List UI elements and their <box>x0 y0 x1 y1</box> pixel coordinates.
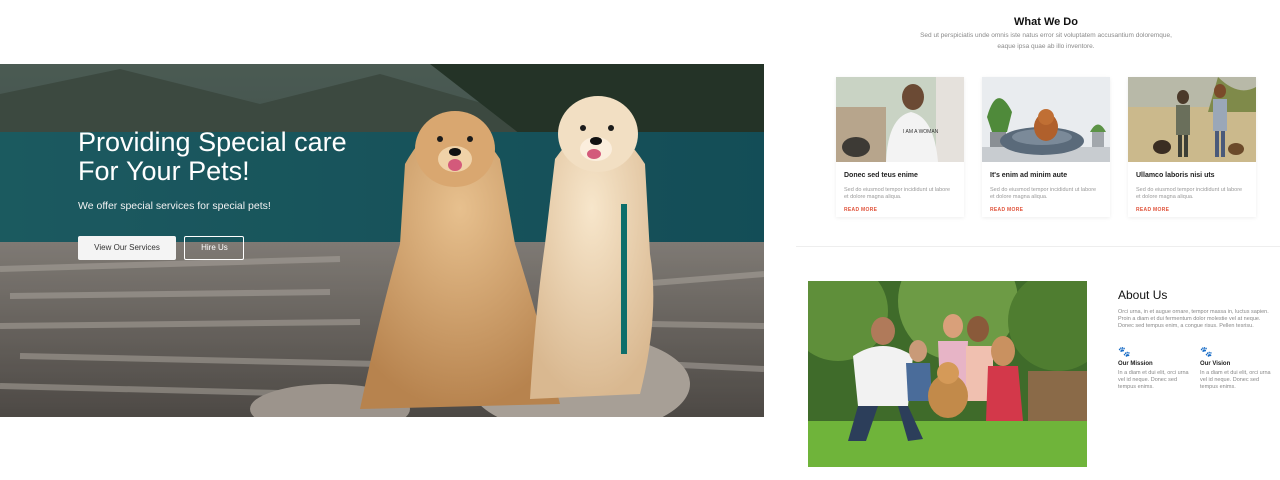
what-we-do-title: What We Do <box>1014 16 1078 28</box>
view-services-button[interactable]: View Our Services <box>78 236 176 260</box>
service-card: I AM A WOMAN Donec sed teus enime Sed do… <box>836 77 964 217</box>
hero-buttons: View Our Services Hire Us <box>78 236 245 260</box>
about-text: Orci urna, in et augue ornare, tempor ma… <box>1118 309 1269 329</box>
paw-icon: 🐾 <box>1118 347 1131 358</box>
hire-us-button[interactable]: Hire Us <box>184 236 245 260</box>
women-walking-dogs-photo <box>1128 77 1256 162</box>
card-text: Sed do eiusmod tempor incididunt ut labo… <box>990 187 1097 200</box>
card-text: Sed do eiusmod tempor incididunt ut labo… <box>1136 187 1243 200</box>
hero-text-block: Providing Special care For Your Pets! We… <box>78 128 408 213</box>
family-with-dog-photo <box>808 281 1087 467</box>
dog-in-pet-bed-photo <box>982 77 1110 162</box>
svg-text:I AM A WOMAN: I AM A WOMAN <box>903 129 939 135</box>
hero-title-line2-prefix: For <box>78 156 127 186</box>
vision-block: 🐾 Our Vision In a diam et dui elit, orci… <box>1200 348 1272 391</box>
hero-title: Providing Special care For Your Pets! <box>78 128 408 186</box>
vision-text: In a diam et dui elit, orci urna vel id … <box>1200 370 1271 390</box>
hero-title-line1: Providing Special care <box>78 127 347 157</box>
service-card: It's enim ad minim aute Sed do eiusmod t… <box>982 77 1110 217</box>
what-we-do-subtitle: Sed ut perspiciatis unde omnis iste natu… <box>920 32 1172 50</box>
card-text: Sed do eiusmod tempor incididunt ut labo… <box>844 187 951 200</box>
hero-banner: Providing Special care For Your Pets! We… <box>0 64 764 417</box>
about-title: About Us <box>1118 288 1168 302</box>
mission-block: 🐾 Our Mission In a diam et dui elit, orc… <box>1118 348 1190 391</box>
card-title: Donec sed teus enime <box>844 172 918 179</box>
service-card: Ullamco laboris nisi uts Sed do eiusmod … <box>1128 77 1256 217</box>
mission-title: Our Mission <box>1118 361 1153 367</box>
woman-with-dog-photo: I AM A WOMAN <box>836 77 964 162</box>
card-title: Ullamco laboris nisi uts <box>1136 172 1215 179</box>
mission-text: In a diam et dui elit, orci urna vel id … <box>1118 370 1189 390</box>
read-more-link[interactable]: READ MORE <box>990 207 1110 213</box>
read-more-link[interactable]: READ MORE <box>844 207 964 213</box>
read-more-link[interactable]: READ MORE <box>1136 207 1256 213</box>
card-title: It's enim ad minim aute <box>990 172 1068 179</box>
paw-icon: 🐾 <box>1200 347 1213 358</box>
hero-subtitle: We offer special services for special pe… <box>78 200 271 212</box>
vision-title: Our Vision <box>1200 361 1231 367</box>
hero-title-line2-strong: Your Pets! <box>126 156 250 186</box>
section-divider <box>796 246 1280 247</box>
